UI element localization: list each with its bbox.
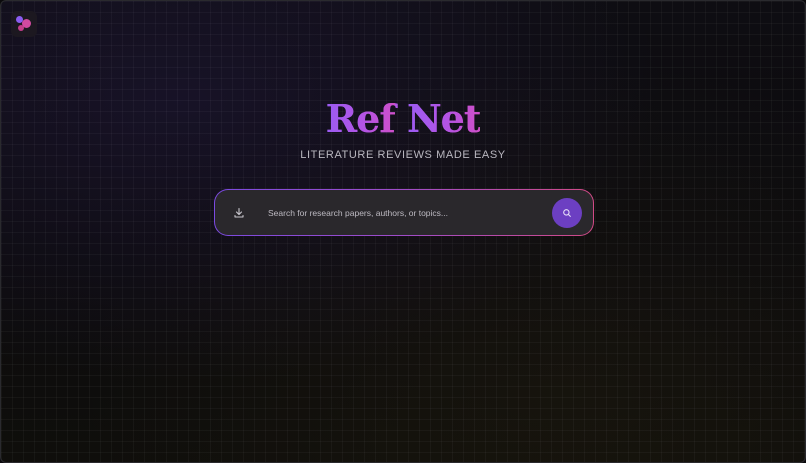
search-bar [215,190,593,235]
logo-icon[interactable] [11,11,37,37]
title-suffix: Net [406,96,481,141]
download-button[interactable] [229,203,249,223]
page-title: Ref Net [1,93,805,145]
search-icon [563,209,571,217]
search-button[interactable] [552,198,582,228]
search-input[interactable] [268,202,538,224]
title-text: Ref Net [325,96,482,141]
landing-page: Ref Net LITERATURE REVIEWS MADE EASY [0,0,806,463]
tagline: LITERATURE REVIEWS MADE EASY [300,149,506,161]
search-bar-border [214,189,594,236]
title-prefix: Ref [325,96,396,141]
download-icon [234,207,244,218]
